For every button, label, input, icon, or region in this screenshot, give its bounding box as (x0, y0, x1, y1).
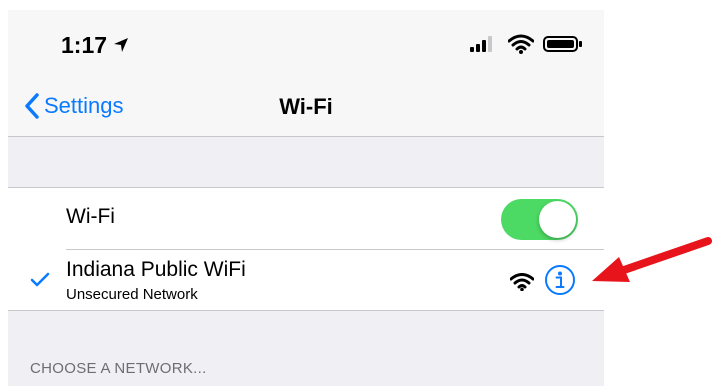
page-title: Wi-Fi (279, 94, 333, 119)
checkmark-icon (30, 272, 50, 287)
cellular-signal-icon (470, 36, 492, 52)
section-header: CHOOSE A NETWORK... (30, 360, 207, 377)
network-security-label: Unsecured Network (66, 286, 198, 303)
navigation-bar: Settings Wi-Fi (8, 74, 604, 137)
wifi-settings-group: Wi-Fi Indiana Public WiFi Unsecured Netw… (8, 187, 604, 311)
wifi-toggle-label: Wi-Fi (66, 205, 115, 228)
wifi-signal-icon (510, 273, 534, 291)
red-arrow-annotation (592, 237, 712, 282)
location-arrow-icon (114, 38, 128, 52)
wifi-icon (508, 34, 534, 54)
phone-screen: 1:17 Settings Wi-Fi Wi-Fi Indiana Public… (8, 10, 604, 386)
connected-network-row[interactable]: Indiana Public WiFi Unsecured Network (8, 250, 604, 310)
battery-icon (543, 36, 582, 52)
wifi-toggle-row: Wi-Fi (8, 188, 604, 249)
status-time: 1:17 (61, 32, 108, 58)
toggle-knob (539, 201, 576, 238)
wifi-toggle-switch[interactable] (501, 199, 578, 240)
status-bar: 1:17 (8, 10, 604, 74)
info-icon[interactable] (544, 264, 576, 296)
network-name: Indiana Public WiFi (66, 258, 246, 281)
